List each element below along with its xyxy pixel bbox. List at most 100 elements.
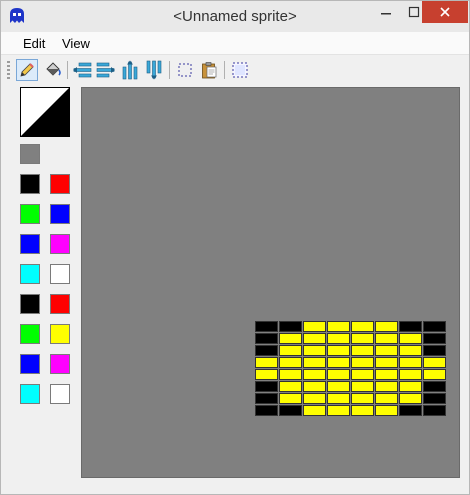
palette-swatch[interactable] bbox=[20, 294, 40, 314]
sprite-pixel[interactable] bbox=[399, 321, 422, 332]
select-tool[interactable] bbox=[174, 59, 196, 81]
sprite-pixel[interactable] bbox=[279, 321, 302, 332]
palette-swatch[interactable] bbox=[20, 174, 40, 194]
sprite-pixel[interactable] bbox=[399, 369, 422, 380]
sprite-pixel[interactable] bbox=[255, 333, 278, 344]
sprite-pixel[interactable] bbox=[375, 381, 398, 392]
sprite-pixel[interactable] bbox=[327, 333, 350, 344]
sprite-pixel[interactable] bbox=[327, 357, 350, 368]
sprite-pixel[interactable] bbox=[375, 393, 398, 404]
sprite-pixel[interactable] bbox=[303, 357, 326, 368]
sprite-pixel[interactable] bbox=[327, 393, 350, 404]
palette-swatch[interactable] bbox=[50, 294, 70, 314]
shift-left-tool[interactable] bbox=[71, 59, 93, 81]
sprite-pixel[interactable] bbox=[279, 393, 302, 404]
sprite-pixel[interactable] bbox=[303, 369, 326, 380]
sprite-pixel[interactable] bbox=[279, 333, 302, 344]
sprite-pixel[interactable] bbox=[255, 381, 278, 392]
sprite-pixel[interactable] bbox=[375, 333, 398, 344]
palette-swatch[interactable] bbox=[20, 204, 40, 224]
sprite-pixel[interactable] bbox=[399, 393, 422, 404]
sprite-pixel[interactable] bbox=[351, 333, 374, 344]
sprite-pixel[interactable] bbox=[375, 369, 398, 380]
sprite-pixel[interactable] bbox=[423, 357, 446, 368]
transparent-color-swatch[interactable] bbox=[20, 144, 40, 164]
sprite-pixel[interactable] bbox=[303, 333, 326, 344]
paste-tool[interactable] bbox=[198, 59, 220, 81]
sprite-pixel[interactable] bbox=[327, 381, 350, 392]
sprite-pixel[interactable] bbox=[399, 333, 422, 344]
sprite-pixel[interactable] bbox=[255, 369, 278, 380]
sprite-pixel[interactable] bbox=[351, 405, 374, 416]
palette-swatch[interactable] bbox=[50, 264, 70, 284]
sprite-pixel[interactable] bbox=[351, 345, 374, 356]
title-bar[interactable]: <Unnamed sprite> bbox=[1, 1, 469, 32]
sprite-canvas[interactable] bbox=[81, 87, 460, 478]
sprite-pixel[interactable] bbox=[351, 393, 374, 404]
sprite-pixel[interactable] bbox=[327, 405, 350, 416]
palette-swatch[interactable] bbox=[50, 354, 70, 374]
sprite-pixel[interactable] bbox=[255, 345, 278, 356]
palette-swatch[interactable] bbox=[50, 324, 70, 344]
sprite-pixel[interactable] bbox=[255, 357, 278, 368]
palette-swatch[interactable] bbox=[20, 264, 40, 284]
sprite-pixel[interactable] bbox=[351, 369, 374, 380]
sprite-pixel[interactable] bbox=[423, 333, 446, 344]
sprite-pixel[interactable] bbox=[327, 345, 350, 356]
sprite-pixel[interactable] bbox=[279, 405, 302, 416]
pencil-tool[interactable] bbox=[16, 59, 38, 81]
select-all-tool[interactable] bbox=[229, 59, 251, 81]
sprite-pixel[interactable] bbox=[375, 345, 398, 356]
sprite-pixel[interactable] bbox=[351, 381, 374, 392]
palette-swatch[interactable] bbox=[20, 234, 40, 254]
sprite-pixel[interactable] bbox=[423, 369, 446, 380]
sprite-pixel[interactable] bbox=[303, 393, 326, 404]
fill-tool[interactable] bbox=[42, 59, 64, 81]
sprite-pixel[interactable] bbox=[399, 345, 422, 356]
shift-up-tool[interactable] bbox=[119, 59, 141, 81]
palette-swatch[interactable] bbox=[50, 384, 70, 404]
minimize-button[interactable] bbox=[372, 1, 400, 23]
sprite-pixel[interactable] bbox=[303, 381, 326, 392]
sprite-pixel[interactable] bbox=[423, 405, 446, 416]
sprite-pixel[interactable] bbox=[327, 321, 350, 332]
sprite-pixel[interactable] bbox=[351, 357, 374, 368]
sprite-pixel[interactable] bbox=[279, 369, 302, 380]
sprite-pixel[interactable] bbox=[303, 321, 326, 332]
sprite-pixel[interactable] bbox=[255, 393, 278, 404]
sprite-pixel[interactable] bbox=[351, 321, 374, 332]
sprite-pixel[interactable] bbox=[255, 321, 278, 332]
sprite-pixel[interactable] bbox=[279, 357, 302, 368]
sprite-pixel[interactable] bbox=[423, 345, 446, 356]
sprite-pixel[interactable] bbox=[375, 321, 398, 332]
palette-swatch[interactable] bbox=[50, 204, 70, 224]
sprite-pixel[interactable] bbox=[255, 405, 278, 416]
close-button[interactable] bbox=[422, 1, 468, 23]
sprite-pixel[interactable] bbox=[399, 357, 422, 368]
shift-right-tool[interactable] bbox=[95, 59, 117, 81]
sprite-pixel[interactable] bbox=[423, 381, 446, 392]
menu-edit[interactable]: Edit bbox=[23, 36, 45, 51]
foreground-background-swatch[interactable] bbox=[20, 87, 70, 137]
sprite-pixel[interactable] bbox=[399, 405, 422, 416]
palette-swatch[interactable] bbox=[20, 354, 40, 374]
sprite-pixel[interactable] bbox=[375, 405, 398, 416]
shift-down-tool[interactable] bbox=[143, 59, 165, 81]
palette-swatch[interactable] bbox=[20, 324, 40, 344]
sprite-pixel[interactable] bbox=[303, 405, 326, 416]
sprite-pixel[interactable] bbox=[279, 381, 302, 392]
sprite-pixel[interactable] bbox=[303, 345, 326, 356]
sprite-pixel[interactable] bbox=[327, 369, 350, 380]
sprite-pixel[interactable] bbox=[423, 393, 446, 404]
palette-swatch[interactable] bbox=[20, 384, 40, 404]
clipboard-icon bbox=[202, 62, 217, 79]
sprite-pixel[interactable] bbox=[399, 381, 422, 392]
sprite-pixel[interactable] bbox=[423, 321, 446, 332]
palette-swatch[interactable] bbox=[50, 234, 70, 254]
sprite-pixel[interactable] bbox=[279, 345, 302, 356]
select-all-icon bbox=[232, 62, 248, 78]
menu-view[interactable]: View bbox=[62, 36, 90, 51]
palette-swatch[interactable] bbox=[50, 174, 70, 194]
toolbar-grip[interactable] bbox=[7, 61, 10, 79]
sprite-pixel[interactable] bbox=[375, 357, 398, 368]
